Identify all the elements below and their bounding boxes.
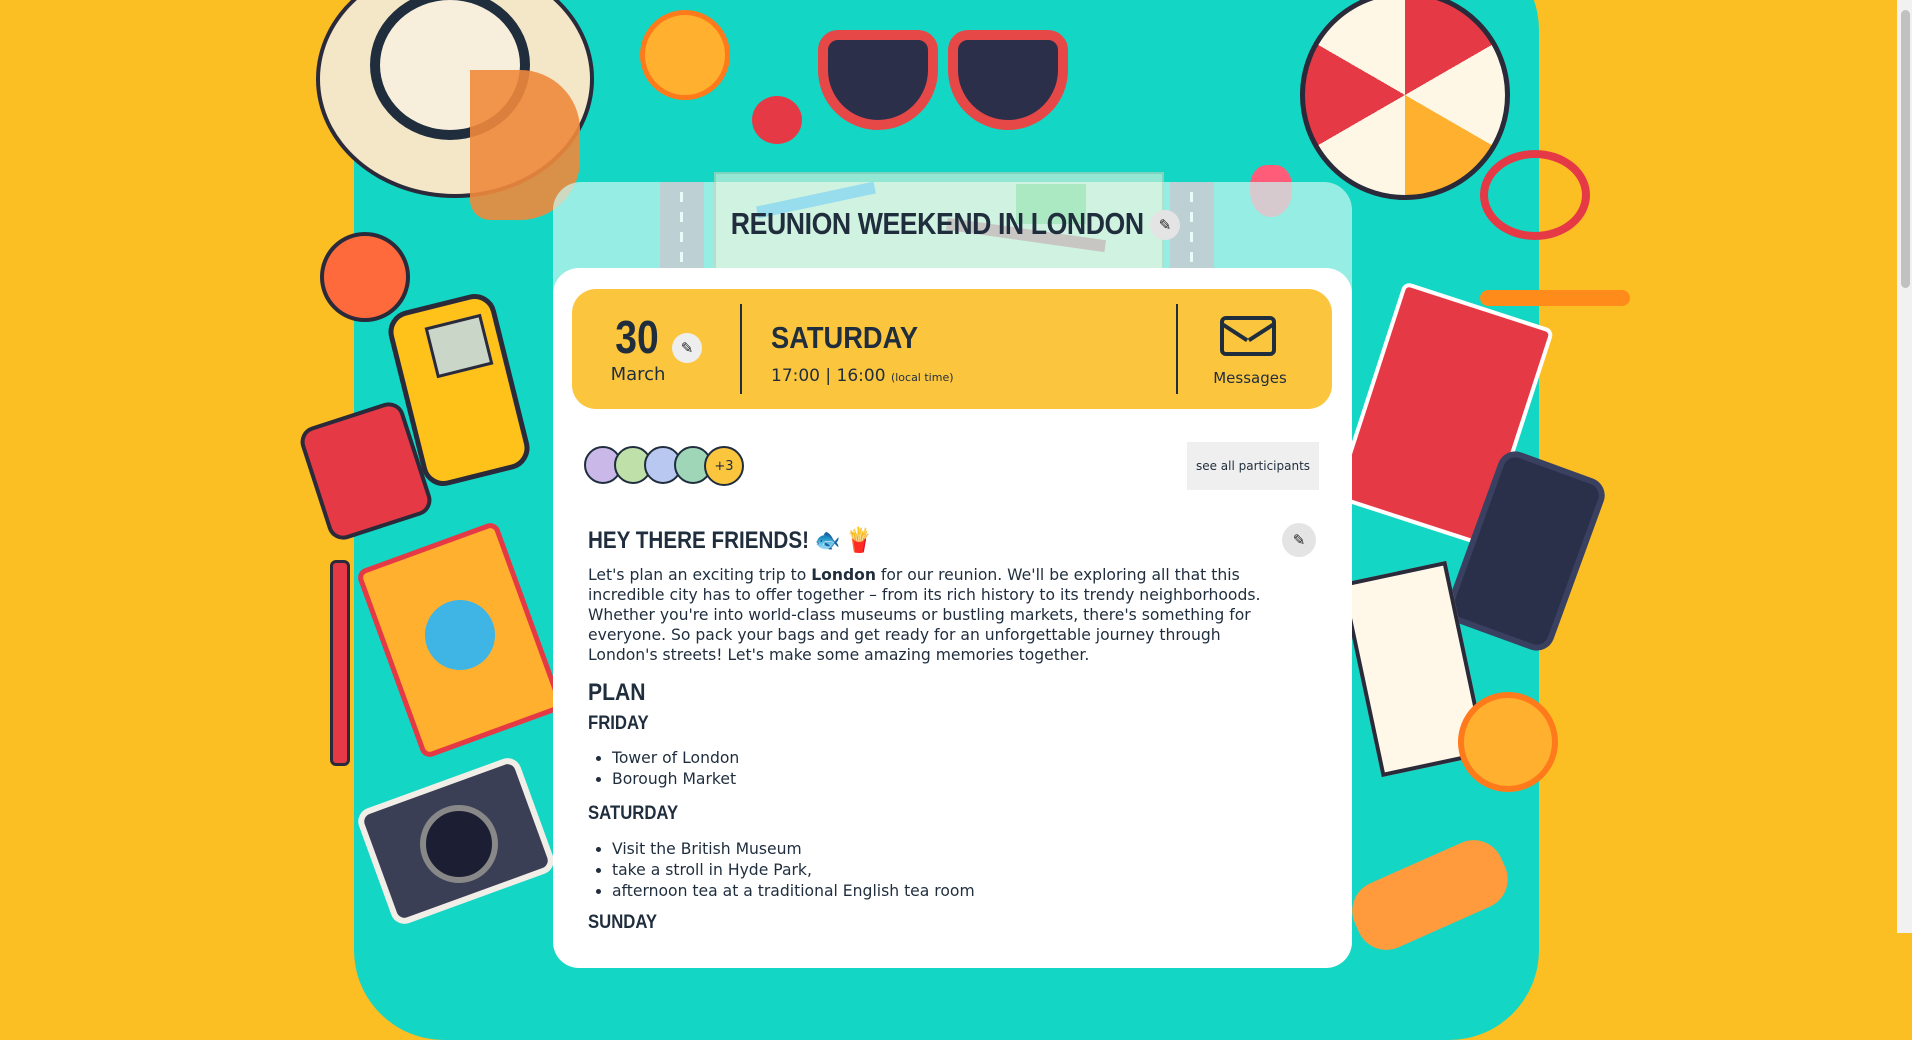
description-intro: Let's plan an exciting trip to London fo… [588, 565, 1276, 665]
orange-slice-illustration [640, 10, 730, 100]
see-all-participants-button[interactable]: see all participants [1187, 442, 1319, 490]
event-title: REUNION WEEKEND IN LONDON [730, 206, 1144, 241]
event-times-note: (local time) [890, 371, 954, 384]
edit-title-button[interactable]: ✎ [1150, 210, 1180, 240]
date-divider [740, 304, 742, 394]
plan-day-heading: FRIDAY [588, 713, 649, 734]
plan-day-heading: SUNDAY [588, 912, 658, 933]
messages-label[interactable]: Messages [1200, 369, 1300, 387]
tape-roll-illustration [320, 232, 410, 322]
plan-heading: PLAN [588, 679, 646, 706]
intro-city: London [811, 566, 876, 584]
list-item: Visit the British Museum [612, 839, 975, 860]
key-illustration [1480, 290, 1630, 306]
list-item: afternoon tea at a traditional English t… [612, 881, 975, 902]
event-month: March [610, 364, 666, 385]
list-item: take a stroll in Hyde Park, [612, 860, 975, 881]
event-times: 17:00 | 16:00 (local time) [771, 366, 954, 386]
intro-text-start: Let's plan an exciting trip to [588, 566, 812, 584]
list-item: Borough Market [612, 769, 739, 790]
messages-divider [1176, 304, 1178, 394]
pen-illustration [330, 560, 350, 766]
description-heading: HEY THERE FRIENDS! 🐟 🍟 [588, 527, 872, 554]
red-cord-illustration [1480, 150, 1590, 240]
camera-lens [420, 805, 498, 883]
orange-slice-illustration-2 [1458, 692, 1558, 792]
list-item: Tower of London [612, 748, 739, 769]
event-weekday: SATURDAY [771, 320, 919, 355]
edit-description-button[interactable]: ✎ [1282, 523, 1316, 557]
pencil-icon: ✎ [1158, 216, 1172, 234]
scrollbar-thumb[interactable] [1901, 10, 1910, 288]
plan-day-list: Visit the British Museum take a stroll i… [588, 839, 975, 902]
pencil-icon: ✎ [680, 339, 694, 357]
edit-date-button[interactable]: ✎ [672, 333, 702, 363]
page-scrollbar[interactable] [1897, 0, 1912, 933]
apple-illustration [752, 96, 802, 144]
event-times-value: 17:00 | 16:00 [771, 366, 886, 386]
more-participants-badge[interactable]: +3 [704, 446, 744, 486]
envelope-icon[interactable] [1220, 316, 1276, 356]
plan-day-list: Tower of London Borough Market [588, 748, 739, 790]
plan-day-heading: SATURDAY [588, 803, 679, 824]
road-illustration-left [660, 182, 704, 274]
pencil-icon: ✎ [1292, 531, 1306, 549]
event-day: 30 [615, 311, 659, 363]
